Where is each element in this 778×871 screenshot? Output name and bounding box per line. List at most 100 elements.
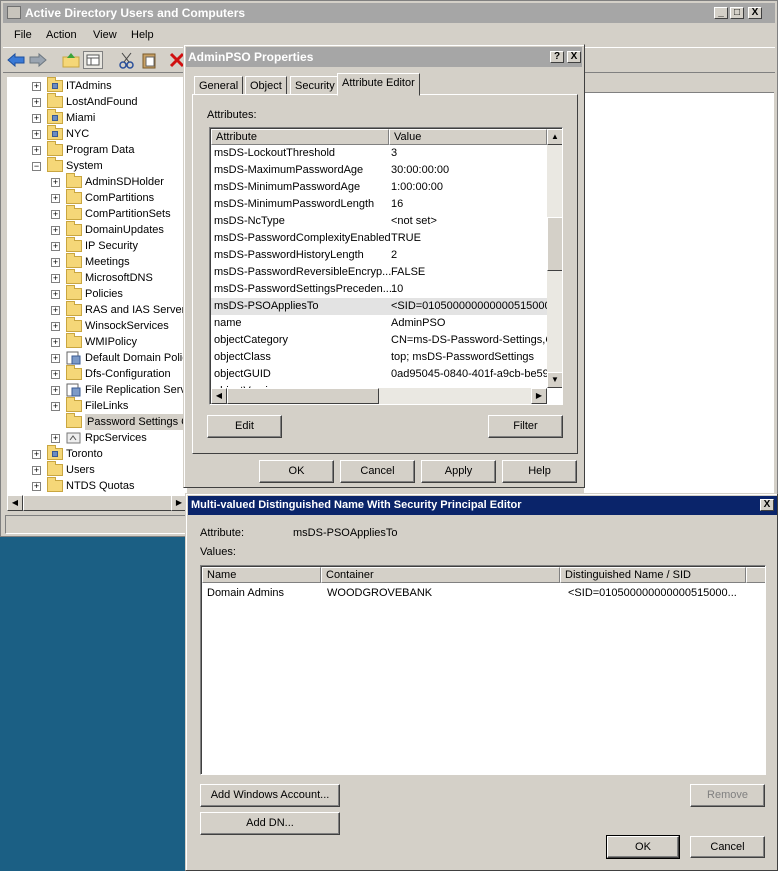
expand-icon[interactable]: + [32,82,41,91]
tree-item[interactable]: − System [7,157,187,174]
tree-item[interactable]: + AdminSDHolder [7,173,187,190]
minimize-button[interactable]: _ [714,7,728,19]
expand-icon[interactable]: + [32,466,41,475]
properties-close-button[interactable]: X [567,51,581,63]
list-item[interactable]: msDS-PasswordReversibleEncryp... FALSE [211,264,547,281]
list-item[interactable]: msDS-LockoutThreshold 3 [211,145,547,162]
tree-item[interactable]: + Default Domain Polic [7,350,187,366]
properties-title-bar[interactable]: AdminPSO Properties ? X [186,47,582,67]
scroll-down-button[interactable]: ▼ [547,372,562,388]
list-item[interactable]: msDS-NcType <not set> [211,213,547,230]
tree-item[interactable]: + Users [7,461,187,478]
remove-button[interactable]: Remove [690,784,765,807]
list-item[interactable]: objectGUID 0ad95045-0840-401f-a9cb-be59 [211,366,547,383]
list-item[interactable]: objectClass top; msDS-PasswordSettings [211,349,547,366]
collapse-icon[interactable]: − [32,162,41,171]
column-header-value[interactable]: Value [389,129,547,145]
table-row[interactable]: Domain Admins WOODGROVEBANK <SID=0105000… [202,585,765,602]
mv-cancel-button[interactable]: Cancel [690,836,765,858]
expand-icon[interactable]: + [51,370,60,379]
expand-icon[interactable]: + [51,306,60,315]
tree-item[interactable]: Password Settings C [7,413,187,430]
tree-item[interactable]: + Policies [7,285,187,302]
main-title-bar[interactable]: Active Directory Users and Computers _ □… [3,3,775,23]
menu-view[interactable]: View [93,29,117,41]
expand-icon[interactable]: + [51,274,60,283]
show-tree-icon[interactable] [83,51,103,69]
attributes-hscrollbar[interactable]: ◀ ▶ [211,388,547,404]
up-folder-icon[interactable] [61,51,81,69]
expand-icon[interactable]: + [51,386,60,395]
tree-hscrollbar[interactable]: ◀ ▶ [7,495,187,511]
expand-icon[interactable]: + [51,354,60,363]
tree-item[interactable]: + File Replication Serv [7,382,187,398]
back-icon[interactable] [6,51,26,69]
apply-button[interactable]: Apply [421,460,496,483]
mv-ok-button[interactable]: OK [606,835,680,859]
tree-item[interactable]: + FileLinks [7,397,187,414]
hscroll-right-button[interactable]: ▶ [531,388,547,404]
tab-general[interactable]: General [194,76,244,95]
tree-item[interactable]: + NYC [7,125,187,142]
mv-col-dn[interactable]: Distinguished Name / SID [560,567,746,583]
scroll-thumb[interactable] [23,495,173,511]
list-item[interactable]: objectCategory CN=ms-DS-Password-Settings… [211,332,547,349]
menu-action[interactable]: Action [46,29,77,41]
expand-icon[interactable]: + [32,146,41,155]
expand-icon[interactable]: + [51,338,60,347]
tree-item[interactable]: + ComPartitionSets [7,205,187,222]
tree-item[interactable]: + Meetings [7,253,187,270]
tree-item[interactable]: + WMIPolicy [7,333,187,350]
tree-item[interactable]: + ITAdmins [7,77,187,94]
mv-title-bar[interactable]: Multi-valued Distinguished Name With Sec… [188,496,777,515]
tab-object[interactable]: Object [245,76,287,95]
tree-item[interactable]: + NTDS Quotas [7,477,187,494]
expand-icon[interactable]: + [51,322,60,331]
ok-button[interactable]: OK [259,460,334,483]
column-header-attribute[interactable]: Attribute [211,129,389,145]
tree-item[interactable]: + Dfs-Configuration [7,365,187,382]
vscroll-thumb[interactable] [547,217,562,271]
list-item[interactable]: msDS-MinimumPasswordLength 16 [211,196,547,213]
help-button[interactable]: Help [502,460,577,483]
tree-item[interactable]: + Toronto [7,445,187,462]
tree-pane[interactable]: + ITAdmins + LostAndFound + Miami + NYC + Program… [7,77,187,497]
expand-icon[interactable]: + [51,258,60,267]
list-item[interactable]: msDS-PasswordComplexityEnabled TRUE [211,230,547,247]
cut-icon[interactable] [117,51,137,69]
add-windows-account-button[interactable]: Add Windows Account... [200,784,340,807]
tree-item[interactable]: + MicrosoftDNS [7,269,187,286]
filter-button[interactable]: Filter [488,415,563,438]
expand-icon[interactable]: + [32,450,41,459]
expand-icon[interactable]: + [32,98,41,107]
expand-icon[interactable]: + [51,226,60,235]
add-dn-button[interactable]: Add DN... [200,812,340,835]
list-item[interactable]: msDS-MinimumPasswordAge 1:00:00:00 [211,179,547,196]
mv-col-name[interactable]: Name [202,567,321,583]
edit-button[interactable]: Edit [207,415,282,438]
tree-item[interactable]: + DomainUpdates [7,221,187,238]
list-item[interactable]: name AdminPSO [211,315,547,332]
expand-icon[interactable]: + [51,210,60,219]
expand-icon[interactable]: + [51,290,60,299]
expand-icon[interactable]: + [51,178,60,187]
forward-icon[interactable] [28,51,48,69]
hscroll-left-button[interactable]: ◀ [211,388,227,404]
tab-security[interactable]: Security [290,76,340,95]
scroll-up-button[interactable]: ▲ [547,129,562,145]
expand-icon[interactable]: + [51,242,60,251]
mv-close-button[interactable]: X [760,499,774,511]
list-item[interactable]: msDS-PasswordHistoryLength 2 [211,247,547,264]
help-title-button[interactable]: ? [550,51,564,63]
cancel-button[interactable]: Cancel [340,460,415,483]
tree-item[interactable]: + WinsockServices [7,317,187,334]
tree-item[interactable]: + RpcServices [7,430,187,446]
expand-icon[interactable]: + [32,482,41,491]
tree-item[interactable]: + Program Data [7,141,187,158]
tree-item[interactable]: + RAS and IAS Server [7,301,187,318]
expand-icon[interactable]: + [51,434,60,443]
expand-icon[interactable]: + [51,402,60,411]
expand-icon[interactable]: + [32,130,41,139]
list-item[interactable]: msDS-MaximumPasswordAge 30:00:00:00 [211,162,547,179]
hscroll-thumb[interactable] [227,388,379,404]
